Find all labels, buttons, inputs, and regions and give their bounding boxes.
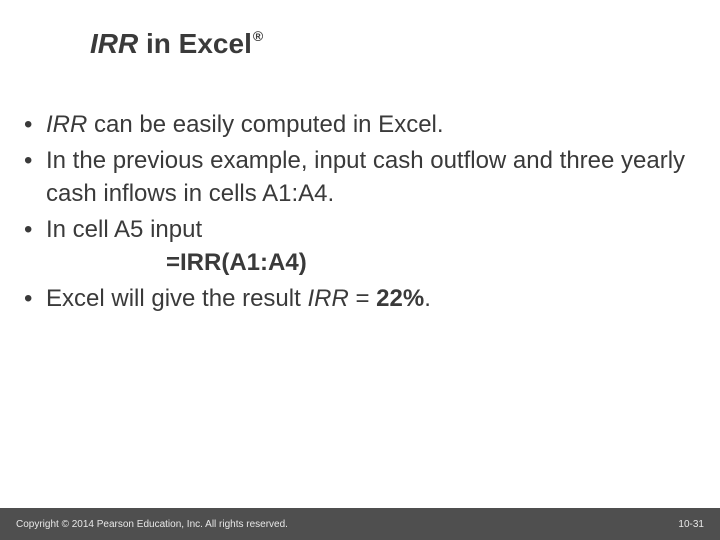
title-rest: in Excel [138, 28, 252, 59]
bullet-4-pre: Excel will give the result [46, 285, 307, 312]
bullet-4-italic: IRR [307, 285, 348, 312]
title-italic: IRR [90, 28, 138, 59]
bullet-3: In cell A5 input =IRR(A1:A4) [20, 213, 692, 280]
page-title: IRR in Excel® [90, 28, 263, 60]
bullet-1-text: can be easily computed in Excel. [87, 111, 443, 138]
bullet-list: IRR can be easily computed in Excel. In … [20, 108, 692, 318]
footer: Copyright © 2014 Pearson Education, Inc.… [0, 508, 720, 540]
bullet-4-mid: = [349, 285, 376, 312]
bullet-4-post: . [424, 285, 431, 312]
bullet-4-bold: 22% [376, 285, 424, 312]
copyright-text: Copyright © 2014 Pearson Education, Inc.… [16, 519, 288, 530]
bullet-1: IRR can be easily computed in Excel. [20, 108, 692, 142]
formula: =IRR(A1:A4) [46, 246, 692, 280]
page-number: 10-31 [678, 519, 704, 530]
bullet-2-text: In the previous example, input cash outf… [46, 147, 685, 208]
bullet-1-italic: IRR [46, 111, 87, 138]
bullet-4: Excel will give the result IRR = 22%. [20, 282, 692, 316]
registered-mark: ® [253, 28, 263, 44]
bullet-3-text: In cell A5 input [46, 216, 202, 243]
bullet-2: In the previous example, input cash outf… [20, 144, 692, 211]
